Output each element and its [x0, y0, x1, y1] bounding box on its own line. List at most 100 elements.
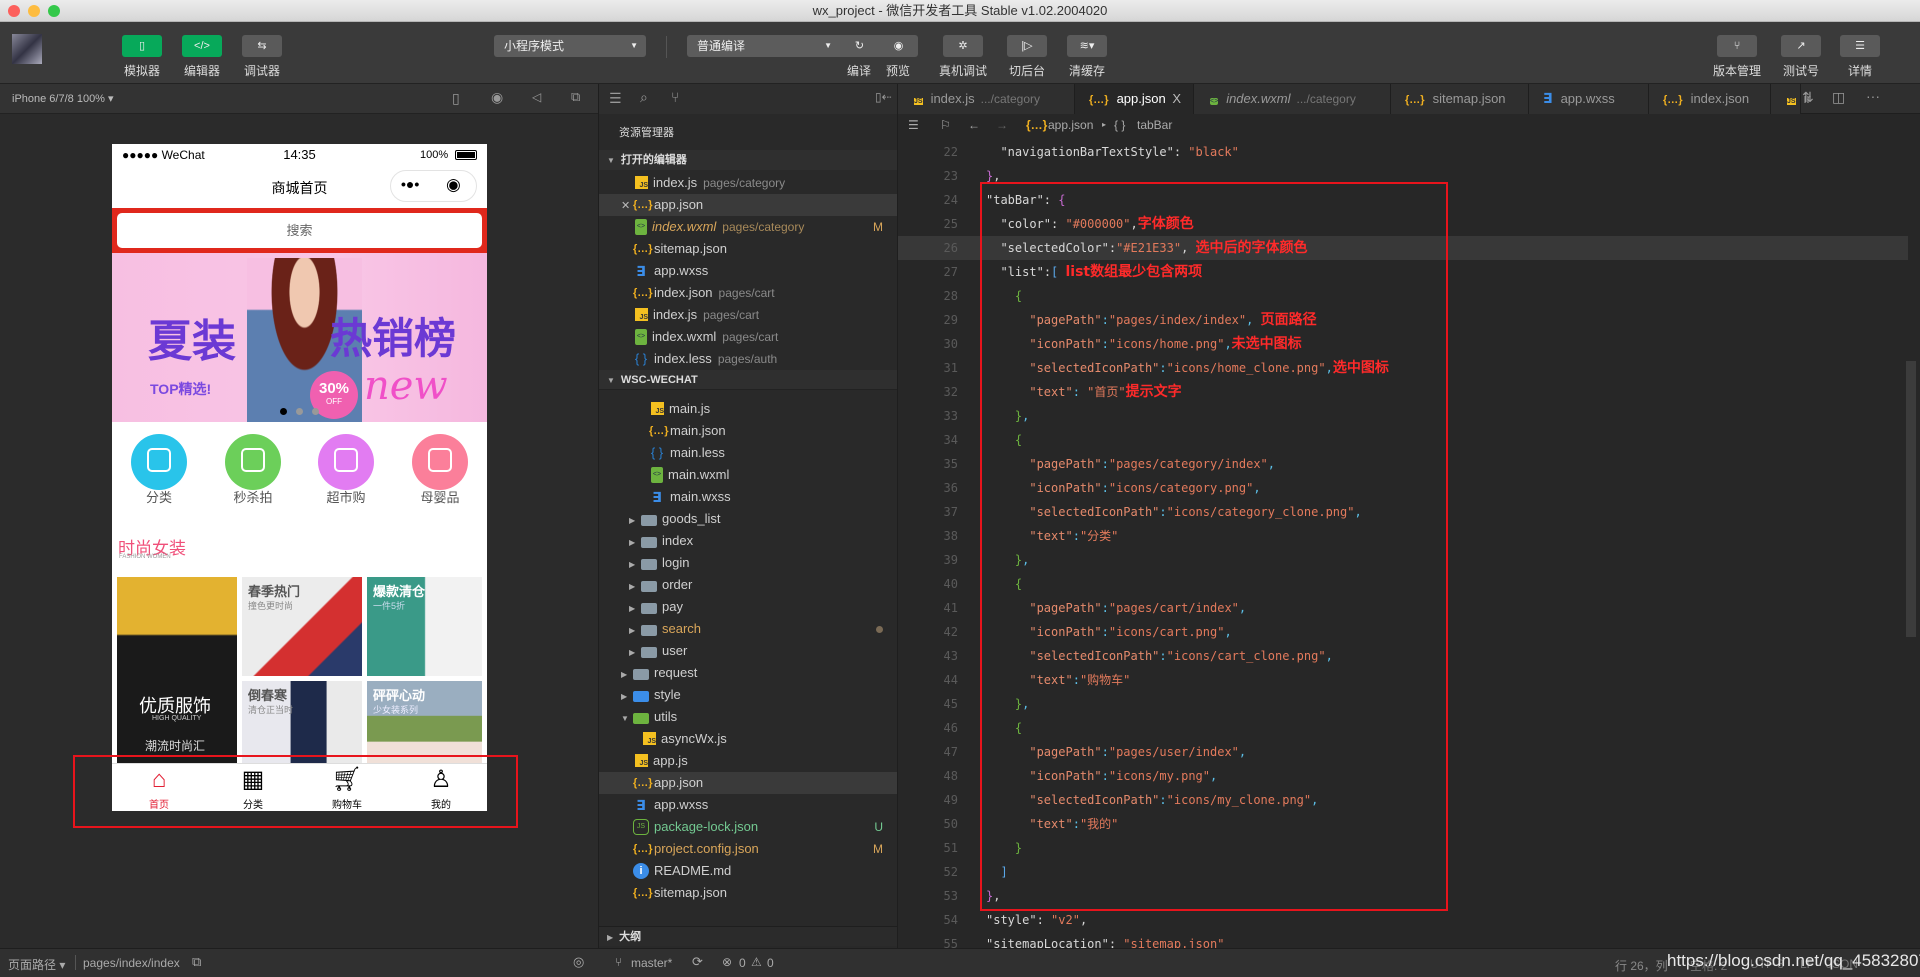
zoom-window-button[interactable] [48, 5, 60, 17]
folder-item[interactable]: ▶ user [599, 640, 897, 662]
file-item[interactable]: ∃ main.wxss [599, 486, 897, 508]
file-item[interactable]: JS asyncWx.js [599, 728, 897, 750]
editor-tab[interactable]: {…} app.json X [1075, 84, 1194, 114]
file-item[interactable]: {…}project.config.json M [599, 838, 897, 860]
sync-icon[interactable]: ⟳ [692, 954, 703, 970]
open-editors-header[interactable]: ▼ 打开的编辑器 [599, 150, 897, 170]
breadcrumb-file[interactable]: app.json [1048, 114, 1093, 136]
clear-cache-button[interactable]: ≋▾ [1067, 35, 1107, 57]
file-item[interactable]: JS main.js [599, 398, 897, 420]
close-icon[interactable]: ✕ [621, 195, 633, 217]
forward-arrow-icon[interactable]: → [996, 114, 1008, 136]
back-arrow-icon[interactable]: ← [968, 114, 980, 136]
close-window-button[interactable] [8, 5, 20, 17]
warning-icon[interactable]: ⚠ [751, 955, 762, 969]
cursor-position[interactable]: 行 26，列 [1615, 957, 1668, 974]
editor-scrollbar[interactable] [1906, 361, 1916, 637]
floor-tile[interactable]: 春季热门 撞色更时尚 [242, 577, 362, 676]
swiper-dot[interactable] [312, 408, 319, 415]
volume-icon[interactable]: ◁ [532, 90, 541, 104]
editor-tab[interactable]: JS ir [1771, 84, 1811, 114]
file-item[interactable]: {…}main.json [599, 420, 897, 442]
breadcrumb-symbol[interactable]: tabBar [1137, 114, 1172, 136]
file-item[interactable]: ∃ app.wxss [599, 794, 897, 816]
swiper-dot[interactable] [296, 408, 303, 415]
folder-item[interactable]: ▶ pay [599, 596, 897, 618]
folder-item[interactable]: ▶ index [599, 530, 897, 552]
simulator-toggle-button[interactable]: ▯ [122, 35, 162, 57]
open-editor-item[interactable]: {…}sitemap.json [599, 238, 897, 260]
branch-name[interactable]: master* [631, 956, 672, 970]
outline-list-icon[interactable]: ☰ [908, 114, 919, 136]
folder-item[interactable]: ▶ style [599, 684, 897, 706]
folder-item[interactable]: ▶ order [599, 574, 897, 596]
copy-icon[interactable]: ⧉ [192, 954, 201, 970]
open-editor-item[interactable]: { } index.less pages/auth [599, 348, 897, 370]
page-path-select[interactable]: 页面路径 ▾ [8, 956, 65, 973]
editor-tab[interactable]: ∃ app.wxss [1529, 84, 1649, 114]
more-icon[interactable]: •●• [401, 176, 419, 192]
editor-tab[interactable]: {…} index.json [1649, 84, 1771, 114]
avatar[interactable] [12, 34, 42, 64]
editor-tab[interactable]: {…} sitemap.json [1391, 84, 1529, 114]
minimize-window-button[interactable] [28, 5, 40, 17]
close-tab-icon[interactable]: X [1172, 84, 1181, 114]
floor-tile[interactable]: 爆款清仓 一件5折 [367, 577, 482, 676]
open-editor-item[interactable]: JS index.js pages/cart [599, 304, 897, 326]
editor-tab[interactable]: JS index.js .../category [898, 84, 1075, 114]
version-control-button[interactable]: ⑂ [1717, 35, 1757, 57]
code-line[interactable]: 55 "sitemapLocation": "sitemap.json" [898, 932, 1908, 948]
preview-button[interactable]: ◉ [879, 35, 918, 57]
editor-tab[interactable]: <> index.wxml .../category [1194, 84, 1391, 114]
split-editor-icon[interactable]: ◫ [1832, 89, 1845, 106]
git-branch-icon[interactable]: ⑂ [671, 89, 679, 105]
file-item[interactable]: <> main.wxml [599, 464, 897, 486]
test-account-button[interactable]: ↗ [1781, 35, 1821, 57]
more-actions-icon[interactable]: ··· [1866, 88, 1880, 104]
folder-item[interactable]: ▶ goods_list [599, 508, 897, 530]
debugger-toggle-button[interactable]: ⇆ [242, 35, 282, 57]
file-item[interactable]: i README.md [599, 860, 897, 882]
floor-tile-large[interactable]: 优质服饰 HIGH QUALITY 潮流时尚汇 [117, 577, 237, 767]
swiper-dot-active[interactable] [280, 408, 287, 415]
open-editor-item[interactable]: ✕ {…}app.json [599, 194, 897, 216]
background-button[interactable]: |▷ [1007, 35, 1047, 57]
open-editor-item[interactable]: ∃ app.wxss [599, 260, 897, 282]
real-device-debug-button[interactable]: ✲ [943, 35, 983, 57]
device-select[interactable]: iPhone 6/7/8 100% ▾ [12, 92, 114, 105]
details-button[interactable]: ☰ [1840, 35, 1880, 57]
folder-item[interactable]: ▶ search [599, 618, 897, 640]
code-line[interactable]: 54 "style": "v2", [898, 908, 1908, 932]
folder-item[interactable]: ▶ login [599, 552, 897, 574]
outline-header[interactable]: ▶ 大纲 [599, 926, 897, 946]
popout-icon[interactable]: ⧉ [571, 89, 580, 105]
file-item[interactable]: JS app.js [599, 750, 897, 772]
search-icon[interactable]: ⌕ [640, 89, 648, 106]
open-editor-item[interactable]: <> index.wxml pages/category M [599, 216, 897, 238]
editor-toggle-button[interactable]: </> [182, 35, 222, 57]
close-miniprogram-icon[interactable]: ◉ [446, 175, 461, 195]
folder-item[interactable]: ▶ request [599, 662, 897, 684]
record-icon[interactable]: ◉ [491, 89, 503, 106]
eye-icon[interactable]: ◎ [573, 954, 584, 970]
phone-icon[interactable]: ▯ [452, 90, 460, 107]
file-item[interactable]: {…}app.json [599, 772, 897, 794]
project-header[interactable]: ▼ WSC-WECHAT [599, 370, 897, 390]
open-editor-item[interactable]: {…}index.json pages/cart [599, 282, 897, 304]
compare-icon[interactable]: ⇅ [1802, 89, 1814, 106]
open-editor-item[interactable]: JS index.js pages/category [599, 172, 897, 194]
bookmark-icon[interactable]: ⚐ [940, 114, 951, 136]
compile-button[interactable]: ↻ [840, 35, 879, 57]
folder-item[interactable]: ▼ utils [599, 706, 897, 728]
list-icon[interactable]: ☰ [609, 90, 622, 107]
mode-select[interactable]: 小程序模式 ▼ [494, 35, 646, 57]
search-input[interactable]: 搜索 [117, 213, 482, 248]
open-editor-item[interactable]: <> index.wxml pages/cart [599, 326, 897, 348]
banner-swiper[interactable]: 夏装 热销榜 TOP精选! 30% OFF new [112, 253, 487, 422]
file-item[interactable]: JS package-lock.json U [599, 816, 897, 838]
file-item[interactable]: {…}sitemap.json [599, 882, 897, 904]
code-line[interactable]: 22 "navigationBarTextStyle": "black" [898, 140, 1908, 164]
file-item[interactable]: { } main.less [599, 442, 897, 464]
collapse-panel-icon[interactable]: ▯⇠ [875, 90, 892, 104]
compile-mode-select[interactable]: 普通编译 ▼ [687, 35, 840, 57]
